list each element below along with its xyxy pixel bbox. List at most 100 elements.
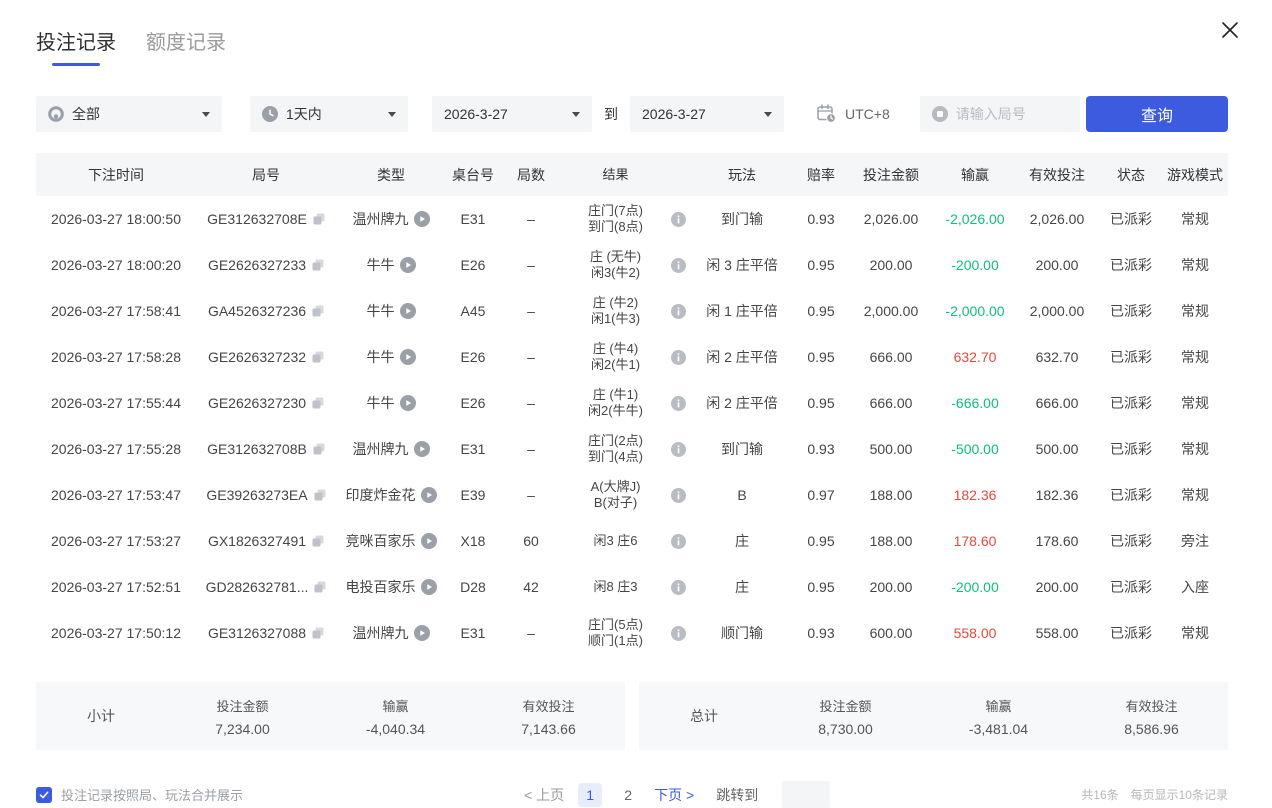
play-video-icon[interactable]	[414, 625, 430, 641]
next-page-button[interactable]: 下页 >	[654, 785, 694, 805]
play-video-icon[interactable]	[421, 487, 437, 503]
odds: 0.95	[796, 533, 846, 549]
rounds-count: –	[500, 257, 562, 273]
table-row: 2026-03-27 18:00:20 GE2626327233 牛牛 E26 …	[36, 242, 1228, 288]
game-type-cell: 温州牌九	[336, 209, 446, 229]
win-loss: 182.36	[936, 487, 1014, 503]
status: 已派彩	[1100, 347, 1162, 367]
result-text: 庄 (牛2)闲1(牛3)	[565, 295, 667, 327]
copy-icon[interactable]	[314, 581, 326, 593]
valid-bet: 666.00	[1014, 395, 1100, 411]
col-header-mode: 游戏模式	[1162, 165, 1228, 185]
bet-time: 2026-03-27 17:53:27	[36, 533, 196, 549]
rounds-count: –	[500, 625, 562, 641]
table-no: X18	[446, 533, 500, 549]
copy-icon[interactable]	[313, 443, 325, 455]
valid-bet: 200.00	[1014, 579, 1100, 595]
info-icon[interactable]	[671, 304, 686, 319]
copy-icon[interactable]	[312, 259, 324, 271]
bet-amount: 600.00	[846, 625, 936, 641]
merge-records-label: 投注记录按照局、玩法合并展示	[61, 785, 243, 804]
rounds-count: –	[500, 349, 562, 365]
info-icon[interactable]	[671, 212, 686, 227]
active-tab-underline	[52, 63, 100, 66]
copy-icon[interactable]	[312, 305, 324, 317]
time-range-select[interactable]: 1天内	[250, 96, 408, 132]
rounds-count: –	[500, 487, 562, 503]
checkbox-checked-icon[interactable]	[36, 787, 52, 803]
timezone-selector[interactable]: UTC+8	[816, 103, 890, 126]
odds: 0.95	[796, 303, 846, 319]
play-video-icon[interactable]	[421, 579, 437, 595]
play-video-icon[interactable]	[400, 303, 416, 319]
play-type: 到门输	[688, 209, 796, 229]
game-type: 牛牛	[367, 255, 395, 275]
info-icon[interactable]	[671, 396, 686, 411]
status: 已派彩	[1100, 255, 1162, 275]
col-header-time: 下注时间	[36, 165, 196, 185]
play-video-icon[interactable]	[414, 211, 430, 227]
tab-bet-records[interactable]: 投注记录	[36, 26, 116, 66]
date-from-value: 2026-3-27	[444, 106, 508, 122]
info-icon[interactable]	[671, 258, 686, 273]
col-header-win: 输赢	[936, 165, 1014, 185]
table-row: 2026-03-27 17:58:41 GA4526327236 牛牛 A45 …	[36, 288, 1228, 334]
table-row: 2026-03-27 17:55:44 GE2626327230 牛牛 E26 …	[36, 380, 1228, 426]
round-id: GX1826327491	[208, 533, 306, 549]
play-video-icon[interactable]	[400, 349, 416, 365]
copy-icon[interactable]	[312, 397, 324, 409]
info-icon[interactable]	[671, 488, 686, 503]
tab-quota-records[interactable]: 额度记录	[146, 26, 226, 55]
col-header-round-id: 局号	[196, 165, 336, 185]
copy-icon[interactable]	[312, 351, 324, 363]
round-id-cell: GX1826327491	[196, 533, 336, 549]
table-no: E31	[446, 441, 500, 457]
bet-time: 2026-03-27 17:55:44	[36, 395, 196, 411]
info-icon[interactable]	[671, 442, 686, 457]
query-button[interactable]: 查询	[1086, 96, 1228, 132]
play-type: 到门输	[688, 439, 796, 459]
round-id: GE39263273EA	[206, 487, 307, 503]
table-row: 2026-03-27 17:58:28 GE2626327232 牛牛 E26 …	[36, 334, 1228, 380]
close-icon[interactable]	[1217, 17, 1243, 43]
info-icon[interactable]	[671, 350, 686, 365]
round-id-input[interactable]: 请输入局号	[920, 96, 1080, 132]
chevron-down-icon	[764, 112, 772, 117]
info-icon[interactable]	[671, 580, 686, 595]
date-to-select[interactable]: 2026-3-27	[630, 96, 784, 132]
round-id-cell: GE312632708E	[196, 211, 336, 227]
round-id-placeholder: 请输入局号	[956, 104, 1026, 124]
game-type: 电投百家乐	[346, 577, 416, 597]
prev-page-button[interactable]: < 上页	[524, 785, 564, 805]
play-video-icon[interactable]	[414, 441, 430, 457]
table-no: E31	[446, 625, 500, 641]
bet-records-table: 下注时间 局号 类型 桌台号 局数 结果 玩法 赔率 投注金额 输赢 有效投注 …	[36, 153, 1228, 656]
play-video-icon[interactable]	[400, 257, 416, 273]
result-cell: 闲3 庄6	[562, 533, 688, 549]
game-type: 温州牌九	[353, 623, 409, 643]
merge-records-toggle[interactable]: 投注记录按照局、玩法合并展示	[36, 785, 243, 804]
subtotal-valid: 有效投注 7,143.66	[472, 696, 625, 737]
copy-icon[interactable]	[312, 535, 324, 547]
table-no: E31	[446, 211, 500, 227]
result-text: 庄门(5点)顺门(1点)	[565, 617, 667, 649]
round-id: GE2626327230	[208, 395, 306, 411]
info-icon[interactable]	[671, 534, 686, 549]
col-header-status: 状态	[1100, 165, 1162, 185]
play-video-icon[interactable]	[400, 395, 416, 411]
summary-section: 小计 投注金额 7,234.00 输赢 -4,040.34 有效投注 7,143…	[36, 682, 1228, 750]
win-loss: -2,026.00	[936, 211, 1014, 227]
jump-to-page-input[interactable]	[782, 781, 830, 808]
play-type: 闲 3 庄平倍	[688, 255, 796, 275]
bet-amount: 200.00	[846, 257, 936, 273]
copy-icon[interactable]	[313, 213, 325, 225]
play-video-icon[interactable]	[421, 533, 437, 549]
info-icon[interactable]	[671, 626, 686, 641]
round-id-cell: GE3126327088	[196, 625, 336, 641]
table-row: 2026-03-27 17:55:28 GE312632708B 温州牌九 E3…	[36, 426, 1228, 472]
copy-icon[interactable]	[314, 489, 326, 501]
copy-icon[interactable]	[312, 627, 324, 639]
date-from-select[interactable]: 2026-3-27	[432, 96, 592, 132]
bet-amount: 188.00	[846, 533, 936, 549]
game-type-select[interactable]: 全部	[36, 96, 222, 132]
